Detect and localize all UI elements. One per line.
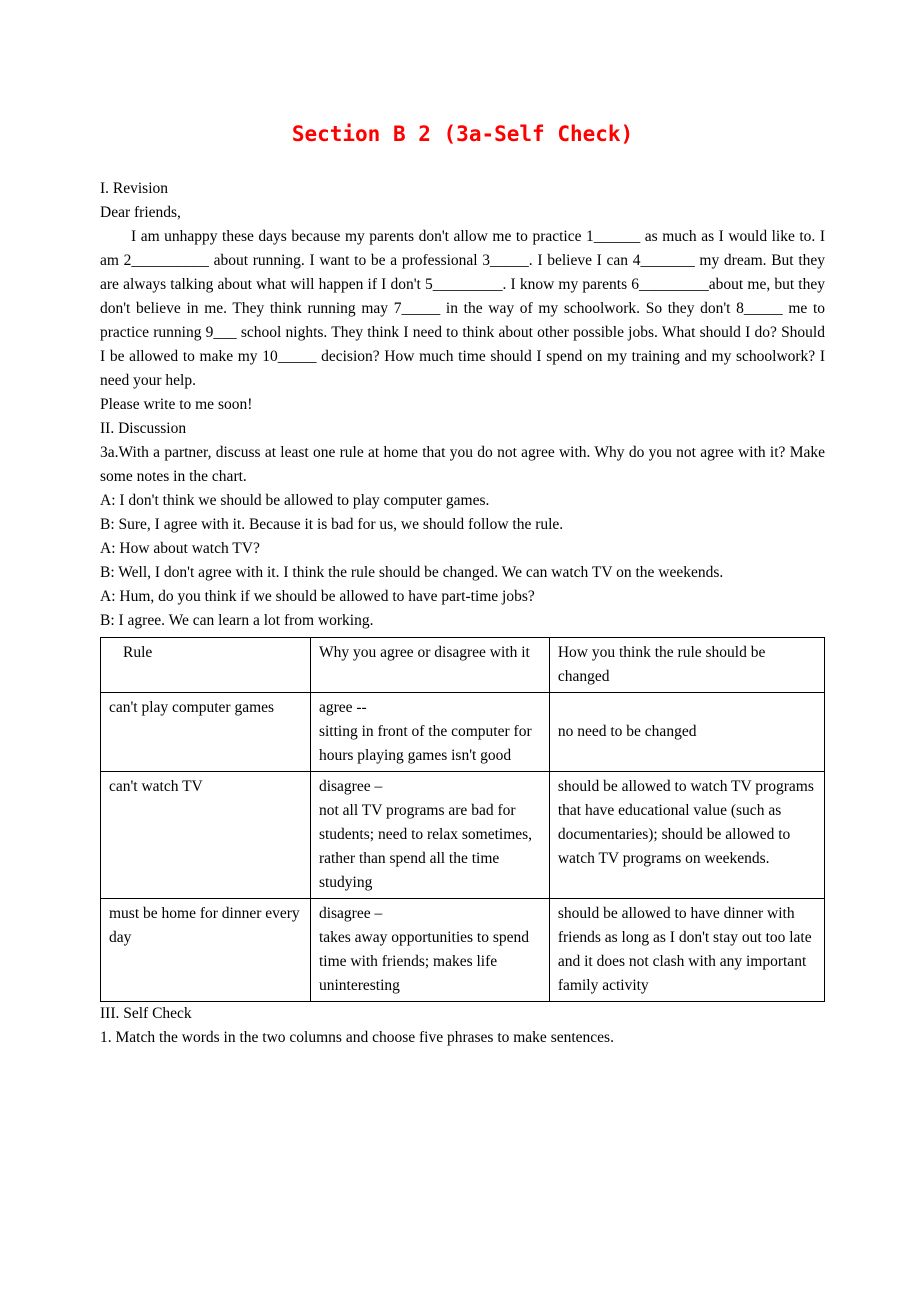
table-cell: agree --sitting in front of the computer… [310,692,549,771]
dialog-line: B: Sure, I agree with it. Because it is … [100,513,825,537]
table-header-cell: How you think the rule should be changed [549,637,824,692]
table-row: can't watch TV disagree –not all TV prog… [101,771,825,898]
dialog-line: A: Hum, do you think if we should be all… [100,585,825,609]
dialog-text: B: Well, I don't agree with it. I think … [100,561,825,585]
table-row: can't play computer games agree --sittin… [101,692,825,771]
dialog-line: A: I don't think we should be allowed to… [100,489,825,513]
discussion-prompt: 3a.With a partner, discuss at least one … [100,441,825,489]
dialog-line: A: How about watch TV? [100,537,825,561]
table-cell: must be home for dinner every day [101,899,311,1002]
header-text: Rule [109,641,304,665]
dialog-line: B: I agree. We can learn a lot from work… [100,609,825,633]
section-2-heading: II. Discussion [100,417,825,441]
page-root: Section B 2 (3a-Self Check) I. Revision … [0,0,920,1302]
document-title: Section B 2 (3a-Self Check) [100,118,825,151]
table-header-cell: Rule [101,637,311,692]
table-cell: should be allowed to watch TV programs t… [549,771,824,898]
table-header-row: Rule Why you agree or disagree with it H… [101,637,825,692]
table-row: must be home for dinner every day disagr… [101,899,825,1002]
self-check-item: 1. Match the words in the two columns an… [100,1026,825,1050]
table-cell: disagree –not all TV programs are bad fo… [310,771,549,898]
letter-greeting: Dear friends, [100,201,825,225]
table-cell: no need to be changed [549,692,824,771]
table-cell: disagree –takes away opportunities to sp… [310,899,549,1002]
section-3-heading: III. Self Check [100,1002,825,1026]
table-cell: should be allowed to have dinner with fr… [549,899,824,1002]
section-1-heading: I. Revision [100,177,825,201]
rules-table: Rule Why you agree or disagree with it H… [100,637,825,1002]
table-cell: can't watch TV [101,771,311,898]
table-cell: can't play computer games [101,692,311,771]
cell-text: no need to be changed [558,723,697,740]
letter-closing: Please write to me soon! [100,393,825,417]
table-header-cell: Why you agree or disagree with it [310,637,549,692]
letter-body: I am unhappy these days because my paren… [100,225,825,393]
dialog-line: B: Well, I don't agree with it. I think … [100,561,825,585]
